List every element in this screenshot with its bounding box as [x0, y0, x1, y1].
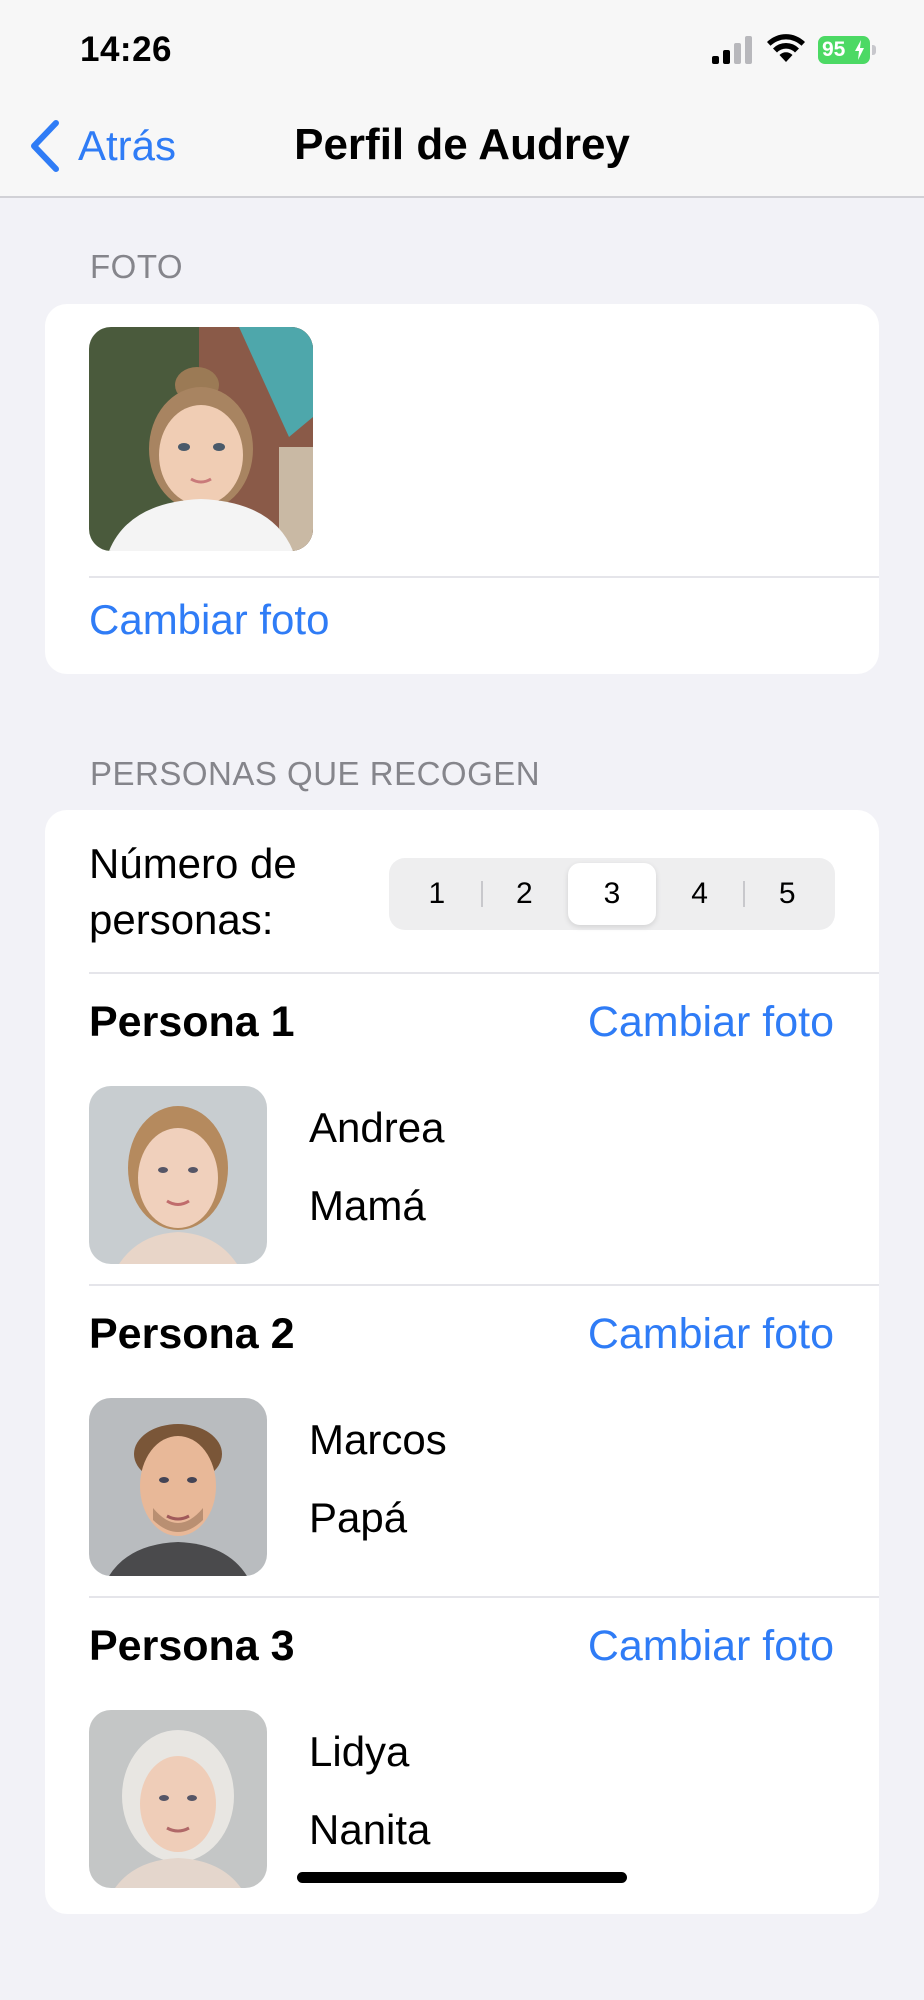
divider — [89, 576, 879, 578]
person-name: Andrea — [309, 1104, 445, 1151]
charging-bolt-icon — [855, 40, 864, 60]
person-relation: Nanita — [309, 1806, 431, 1853]
home-indicator — [297, 1872, 627, 1883]
person-2-change-photo-button[interactable]: Cambiar foto — [588, 1310, 834, 1359]
child-photo — [89, 327, 313, 551]
pickup-card: Número de personas: 12345 Persona 1 Camb… — [45, 810, 879, 1914]
segment-option-2[interactable]: 2 — [480, 863, 569, 925]
person-1-photo — [89, 1086, 267, 1264]
person-title: Persona 1 — [89, 998, 295, 1046]
status-bar: 14:26 95 — [0, 0, 924, 100]
segment-option-5[interactable]: 5 — [743, 863, 831, 925]
navigation-bar: Atrás Perfil de Audrey — [0, 100, 924, 198]
person-name: Lidya — [309, 1728, 410, 1775]
person-title: Persona 3 — [89, 1622, 295, 1670]
pickup-section-header: PERSONAS QUE RECOGEN — [90, 755, 541, 792]
person-3-change-photo-button[interactable]: Cambiar foto — [588, 1622, 834, 1671]
person-1-change-photo-button[interactable]: Cambiar foto — [588, 998, 834, 1047]
status-time: 14:26 — [80, 30, 173, 69]
battery-level: 95 — [822, 38, 846, 61]
person-relation: Papá — [309, 1494, 408, 1541]
person-2-photo — [89, 1398, 267, 1576]
person-row-2: Persona 2 Cambiar foto Marcos Papá — [45, 1286, 879, 1596]
person-count-label: Número de personas: — [89, 840, 297, 943]
segment-option-3[interactable]: 3 — [568, 863, 656, 925]
person-3-photo — [89, 1710, 267, 1888]
person-name: Marcos — [309, 1416, 447, 1463]
person-row-1: Persona 1 Cambiar foto Andrea Mamá — [45, 974, 879, 1284]
photo-section-header: FOTO — [90, 248, 184, 285]
person-count-selector[interactable]: 12345 — [389, 858, 835, 930]
page-title: Perfil de Audrey — [294, 120, 630, 169]
wifi-icon — [767, 34, 805, 62]
person-title: Persona 2 — [89, 1310, 295, 1358]
segment-option-4[interactable]: 4 — [656, 863, 744, 925]
change-photo-button[interactable]: Cambiar foto — [89, 596, 329, 644]
person-relation: Mamá — [309, 1182, 426, 1229]
battery-indicator: 95 — [818, 36, 876, 64]
person-row-3: Persona 3 Cambiar foto Lidya Nanita — [45, 1598, 879, 1908]
cellular-signal-icon — [712, 36, 752, 64]
segment-option-1[interactable]: 1 — [393, 863, 481, 925]
photo-card: Cambiar foto — [45, 304, 879, 674]
